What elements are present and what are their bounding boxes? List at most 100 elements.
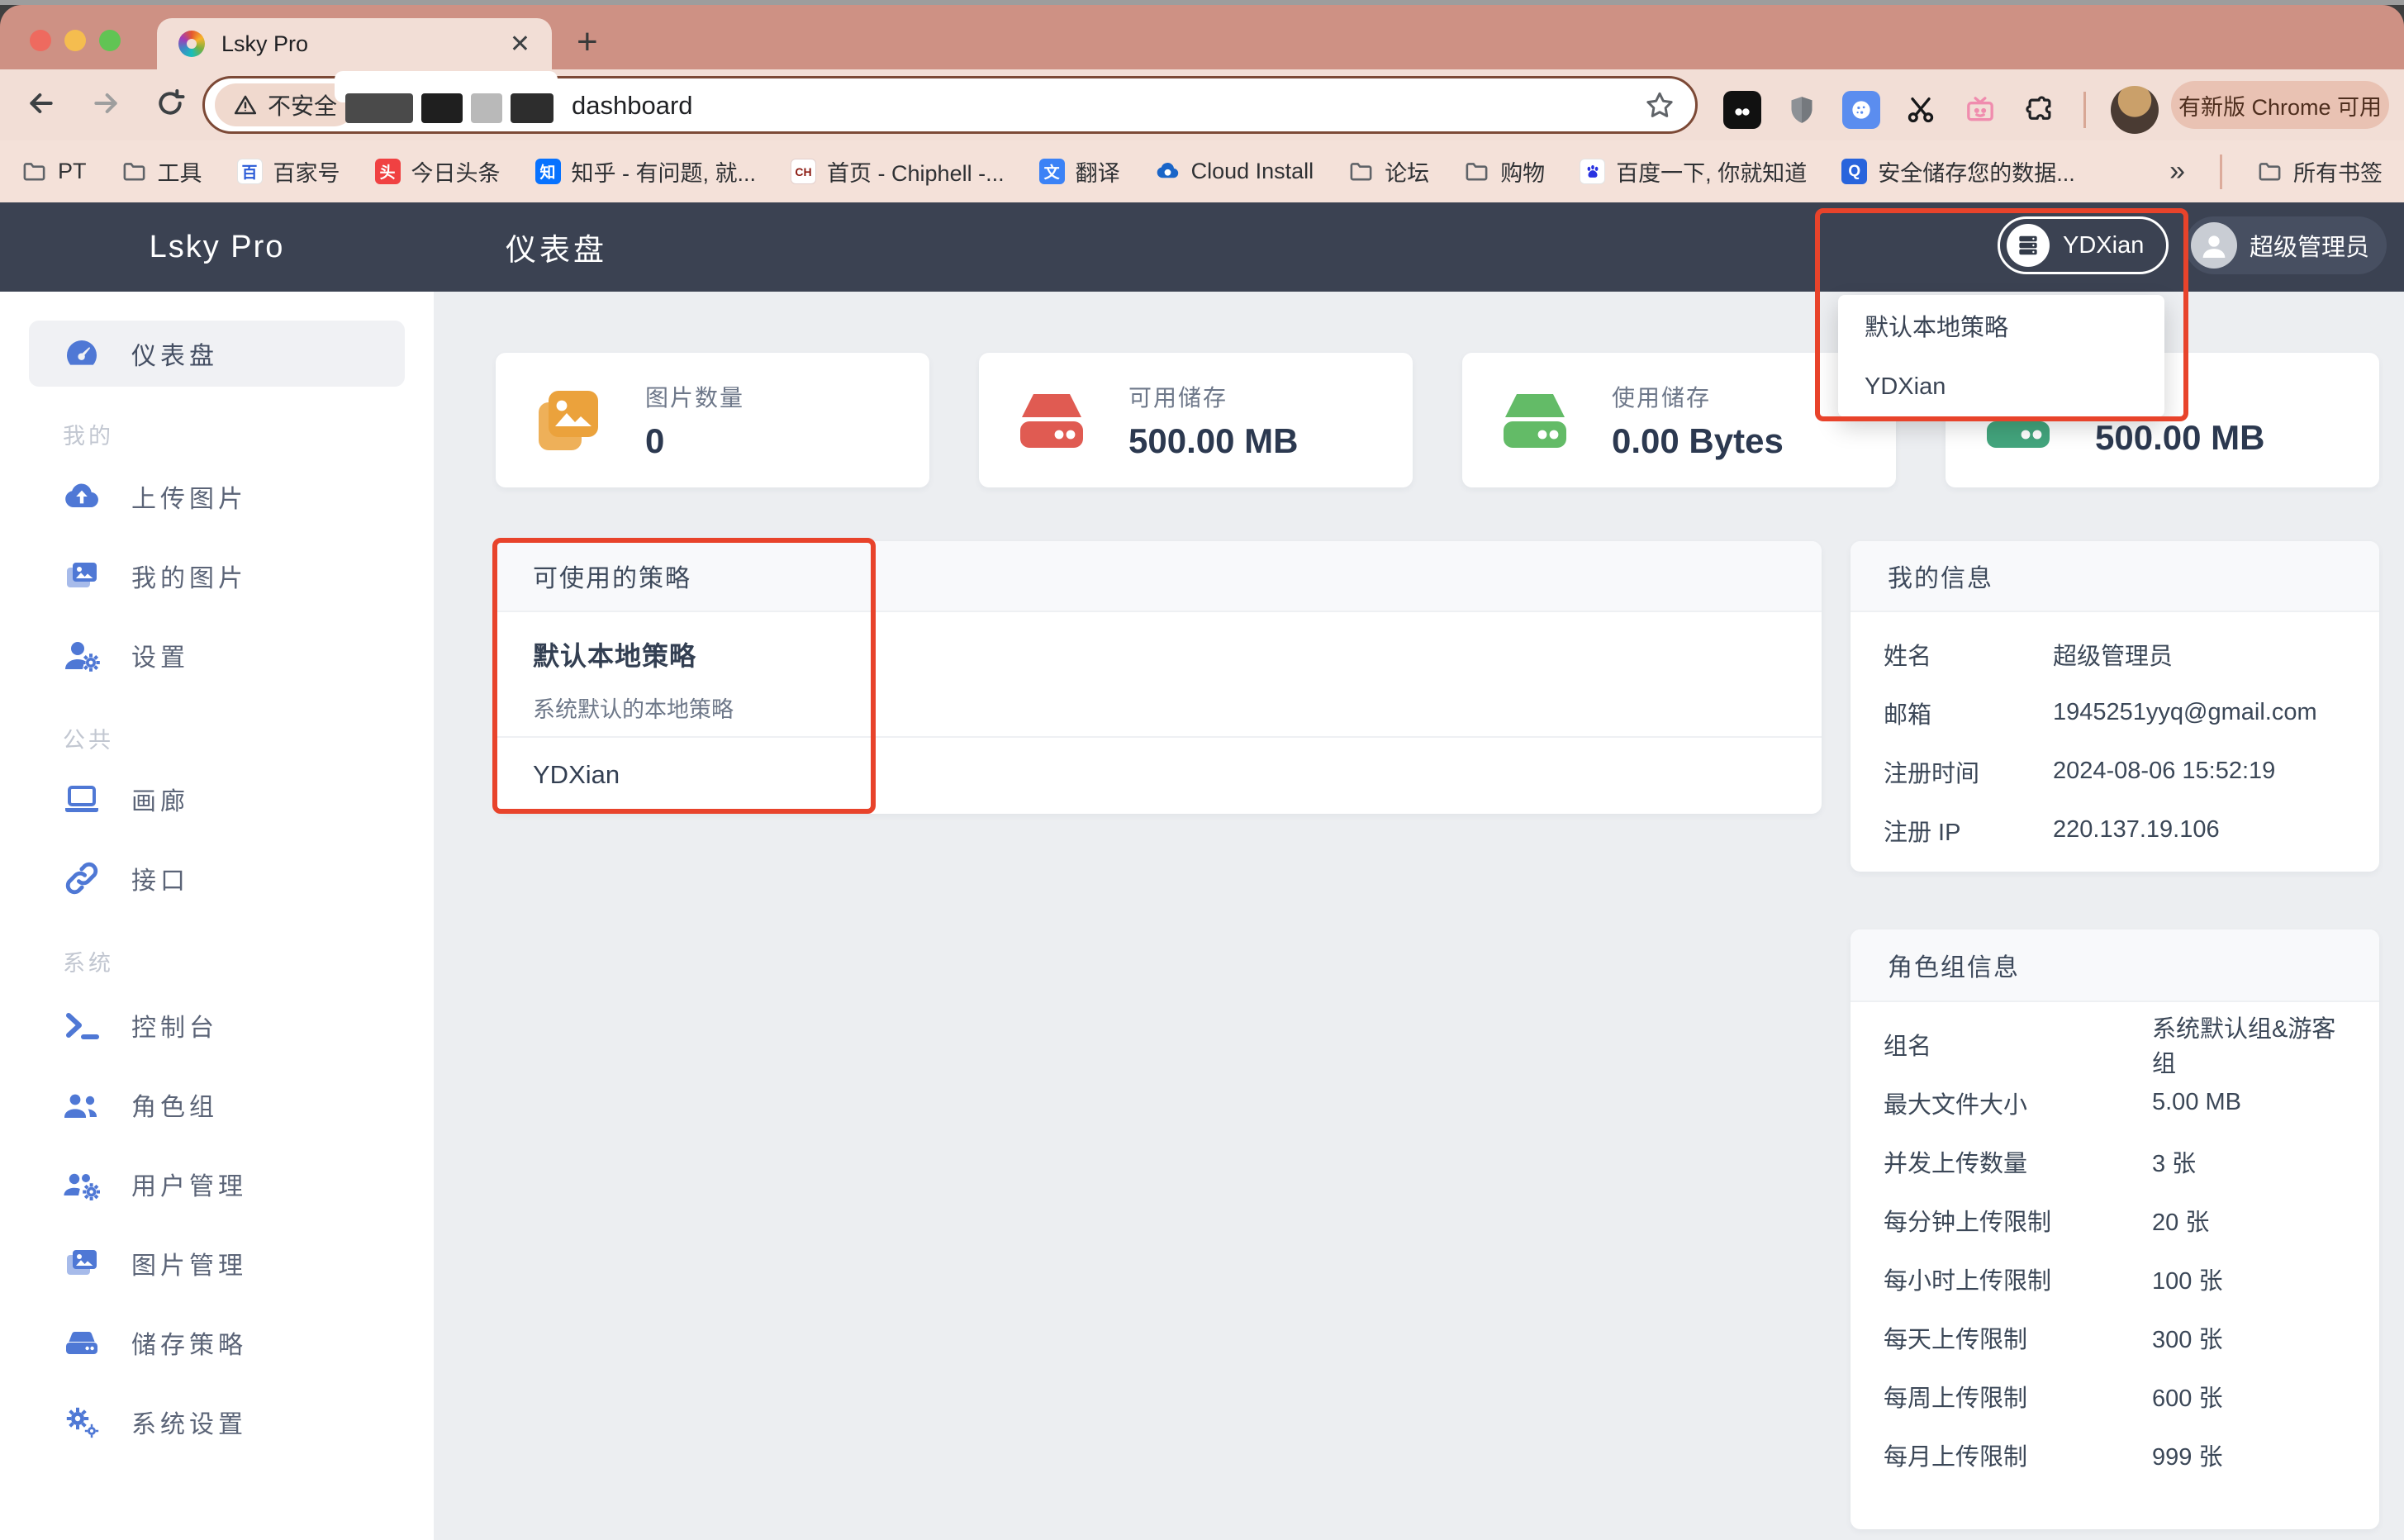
info-row-email: 邮箱1945251yyq@gmail.com xyxy=(1851,683,2379,742)
panel-title: 可使用的策略 xyxy=(496,541,1822,612)
stat-card-available-storage: 可用储存 500.00 MB xyxy=(979,353,1413,487)
stat-value: 500.00 MB xyxy=(2095,418,2264,458)
sidebar-item-my-images[interactable]: 我的图片 xyxy=(29,543,405,609)
stat-value: 0.00 Bytes xyxy=(1612,421,1784,461)
sidebar-item-api[interactable]: 接口 xyxy=(29,845,405,911)
role-group-panel: 角色组信息 组名系统默认组&游客组 最大文件大小5.00 MB 并发上传数量3 … xyxy=(1851,929,2379,1529)
stat-label: 可用储存 xyxy=(1128,380,1298,413)
forward-icon[interactable] xyxy=(89,87,122,120)
bookmark-toutiao[interactable]: 头 今日头条 xyxy=(375,155,501,188)
panel-title: 我的信息 xyxy=(1851,541,2379,612)
group-row-concurrent-uploads: 并发上传数量3 张 xyxy=(1851,1132,2379,1191)
bookmark-baijiahao[interactable]: 百 百家号 xyxy=(237,155,340,188)
scissors-extension-icon[interactable] xyxy=(1902,91,1940,129)
panel-title: 角色组信息 xyxy=(1851,929,2379,1002)
user-avatar-icon xyxy=(2191,222,2237,269)
cloud-icon xyxy=(1155,159,1181,184)
toolbar-divider xyxy=(2083,92,2086,128)
folder-icon xyxy=(21,159,47,184)
bookmark-secure-storage[interactable]: Q 安全储存您的数据... xyxy=(1841,155,2075,188)
group-row-per-month-limit: 每月上传限制999 张 xyxy=(1851,1425,2379,1484)
browser-tab[interactable]: Lsky Pro ✕ xyxy=(157,18,552,69)
lsky-favicon-icon xyxy=(178,31,205,57)
toutiao-icon: 头 xyxy=(375,159,401,184)
bookmark-tools[interactable]: 工具 xyxy=(121,155,202,188)
group-row-per-minute-limit: 每分钟上传限制20 张 xyxy=(1851,1191,2379,1249)
cookie-extension-icon[interactable] xyxy=(1842,91,1880,129)
folder-icon xyxy=(1464,159,1489,184)
bookmarks-divider xyxy=(2220,154,2222,189)
group-row-per-week-limit: 每周上传限制600 张 xyxy=(1851,1367,2379,1425)
sidebar-item-storage-policies[interactable]: 储存策略 xyxy=(29,1309,405,1376)
window-controls xyxy=(30,30,121,51)
puzzle-extensions-icon[interactable] xyxy=(2021,91,2059,129)
reload-icon[interactable] xyxy=(154,87,187,120)
bookmarks-overflow-chevron[interactable]: » xyxy=(2169,155,2185,188)
available-policies-panel: 可使用的策略 默认本地策略 系统默认的本地策略 YDXian xyxy=(496,541,1822,814)
tab-strip: Lsky Pro ✕ + xyxy=(0,5,2404,69)
chrome-update-button[interactable]: 有新版 Chrome 可用 xyxy=(2171,81,2389,129)
account-chip[interactable]: 超级管理员 xyxy=(2185,216,2387,274)
close-window-button[interactable] xyxy=(30,30,51,51)
main-content: 图片数量 0 可用储存 500.00 MB 使用储存 0.00 Bytes xyxy=(434,292,2404,1540)
all-bookmarks[interactable]: 所有书签 xyxy=(2257,155,2383,188)
policy-row-default[interactable]: 默认本地策略 系统默认的本地策略 xyxy=(496,612,1822,738)
group-row-per-hour-limit: 每小时上传限制100 张 xyxy=(1851,1249,2379,1308)
bookmark-zhihu[interactable]: 知 知乎 - 有问题, 就... xyxy=(535,155,757,188)
bookmark-star-icon[interactable] xyxy=(1642,88,1677,123)
bookmark-baidu[interactable]: 百度一下, 你就知道 xyxy=(1580,155,1807,188)
bookmark-cloud-install[interactable]: Cloud Install xyxy=(1155,159,1314,184)
stat-value: 0 xyxy=(645,421,744,461)
bookmark-translate[interactable]: 文 翻译 xyxy=(1039,155,1120,188)
images-icon xyxy=(62,556,102,596)
sidebar-item-user-management[interactable]: 用户管理 xyxy=(29,1151,405,1217)
back-icon[interactable] xyxy=(25,87,58,120)
photos-icon xyxy=(529,381,608,460)
sidebar-item-role-groups[interactable]: 角色组 xyxy=(29,1072,405,1138)
info-row-name: 姓名超级管理员 xyxy=(1851,625,2379,683)
sidebar-item-console[interactable]: 控制台 xyxy=(29,992,405,1058)
zoom-window-button[interactable] xyxy=(99,30,121,51)
dropdown-item-default-policy[interactable]: 默认本地策略 xyxy=(1838,295,2164,356)
stat-card-image-count: 图片数量 0 xyxy=(496,353,929,487)
sidebar-item-image-management[interactable]: 图片管理 xyxy=(29,1230,405,1296)
server-icon xyxy=(2007,224,2050,267)
eyes-extension-icon[interactable] xyxy=(1723,91,1761,129)
users-icon xyxy=(62,1085,102,1124)
sidebar-item-system-settings[interactable]: 系统设置 xyxy=(29,1389,405,1455)
bookmark-chiphell[interactable]: CH 首页 - Chiphell -... xyxy=(791,155,1005,188)
policy-switch-button[interactable]: YDXian xyxy=(1998,216,2169,274)
extensions-row xyxy=(1723,86,2159,134)
group-row-max-file-size: 最大文件大小5.00 MB xyxy=(1851,1073,2379,1132)
hdd-icon xyxy=(62,1323,102,1362)
dropdown-item-ydxian[interactable]: YDXian xyxy=(1838,356,2164,417)
gauge-icon xyxy=(62,334,102,373)
tv-extension-icon[interactable] xyxy=(1961,91,1999,129)
redacted-url-blocks xyxy=(345,93,553,124)
policy-row-ydxian[interactable]: YDXian xyxy=(496,738,1822,812)
baidu-icon xyxy=(1580,159,1605,184)
tab-close-icon[interactable]: ✕ xyxy=(510,30,530,59)
shield-q-icon: Q xyxy=(1841,159,1867,184)
profile-avatar[interactable] xyxy=(2111,86,2159,134)
new-tab-button[interactable]: + xyxy=(577,21,598,63)
bookmark-pt[interactable]: PT xyxy=(21,159,87,184)
app-brand: Lsky Pro xyxy=(0,202,434,292)
group-row-per-day-limit: 每天上传限制300 张 xyxy=(1851,1308,2379,1367)
sidebar-item-gallery[interactable]: 画廊 xyxy=(29,766,405,832)
cloud-upload-icon xyxy=(62,477,102,516)
bookmarks-bar: PT 工具 百 百家号 头 今日头条 知 知乎 - 有问题, 就... CH 首… xyxy=(0,140,2404,202)
chiphell-icon: CH xyxy=(791,159,816,184)
sidebar-item-settings[interactable]: 设置 xyxy=(29,622,405,688)
link-icon xyxy=(62,858,102,898)
my-info-panel: 我的信息 姓名超级管理员 邮箱1945251yyq@gmail.com 注册时间… xyxy=(1851,541,2379,872)
info-row-registered-at: 注册时间2024-08-06 15:52:19 xyxy=(1851,742,2379,801)
sidebar-item-dashboard[interactable]: 仪表盘 xyxy=(29,321,405,387)
shield-extension-icon[interactable] xyxy=(1783,91,1821,129)
sidebar-item-upload[interactable]: 上传图片 xyxy=(29,463,405,530)
sidebar: 仪表盘 我的 上传图片 我的图片 设置 公共 画廊 接口 系统 控制台 xyxy=(0,292,434,1540)
bookmark-forum[interactable]: 论坛 xyxy=(1348,155,1429,188)
bookmark-shopping[interactable]: 购物 xyxy=(1464,155,1545,188)
minimize-window-button[interactable] xyxy=(64,30,86,51)
hdd-icon xyxy=(1012,381,1091,460)
